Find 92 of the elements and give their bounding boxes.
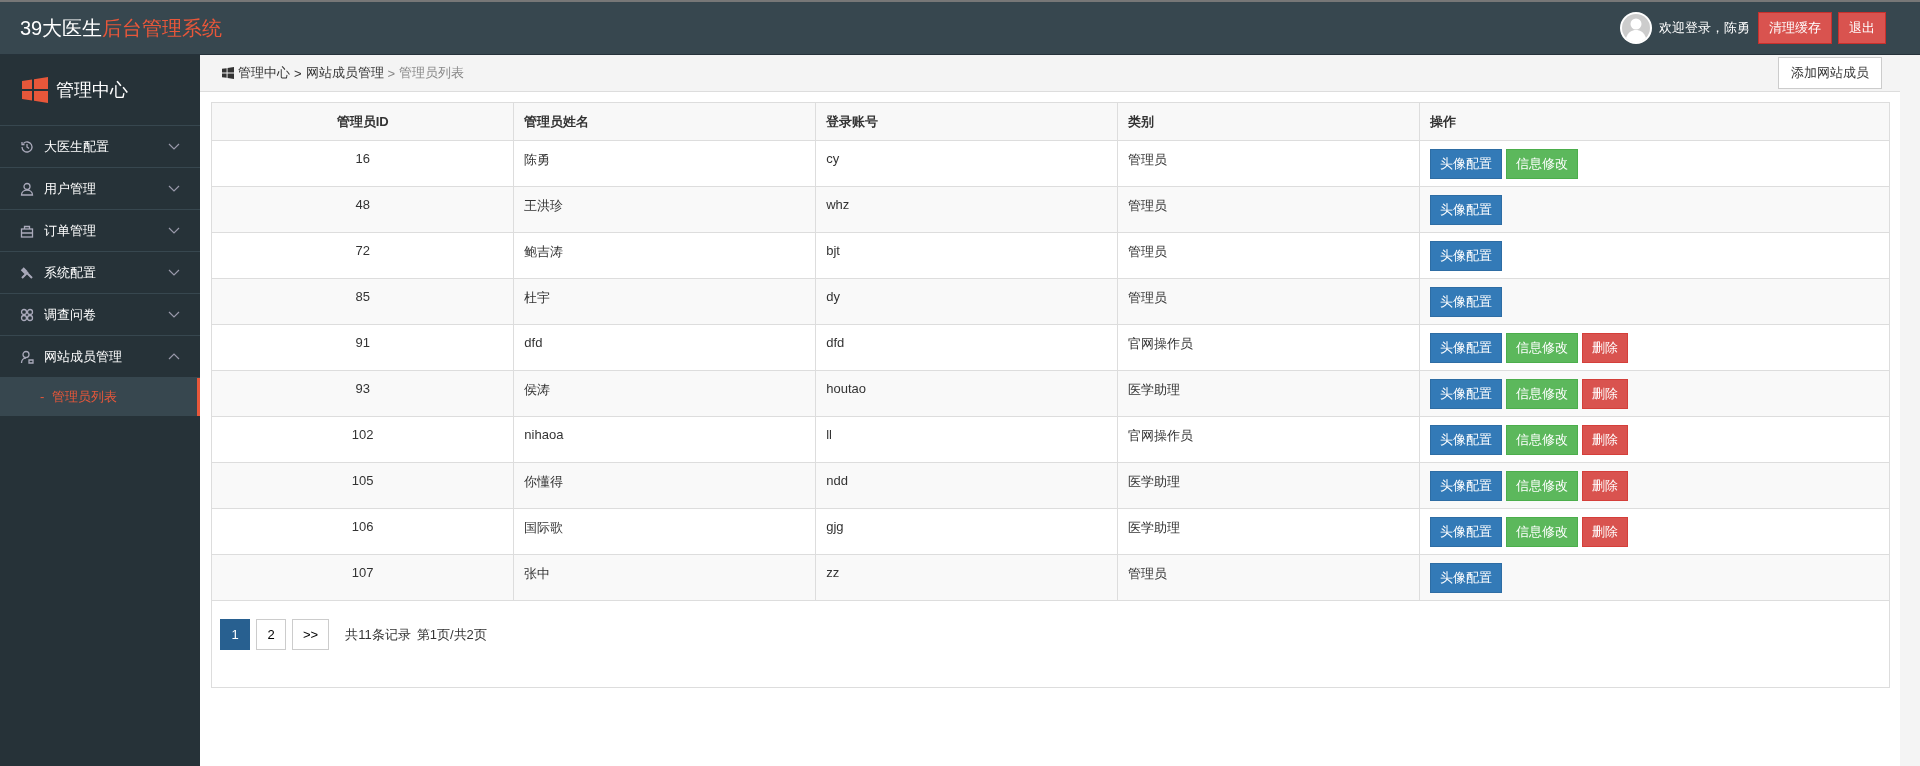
table-cell: 107 [212, 554, 514, 601]
table-cell: 侯涛 [513, 370, 816, 417]
table-cell: 官网操作员 [1117, 416, 1420, 463]
table-cell: 杜宇 [513, 278, 816, 325]
avatar-config-button[interactable]: 头像配置 [1429, 563, 1502, 593]
table-cell: ndd [815, 462, 1118, 509]
user-icon [20, 349, 34, 364]
table-cell: gjg [815, 508, 1118, 555]
add-member-button[interactable]: 添加网站成员 [1778, 57, 1882, 89]
table-cell: 16 [212, 140, 514, 187]
avatar-config-button[interactable]: 头像配置 [1429, 425, 1502, 455]
avatar-config-button[interactable]: 头像配置 [1429, 471, 1502, 501]
table-cell: 医学助理 [1117, 508, 1420, 555]
windows-logo-icon [222, 67, 234, 79]
brand-title: 39大医生后台管理系统 [20, 15, 223, 41]
edit-info-button[interactable]: 信息修改 [1505, 517, 1578, 547]
table-cell: bjt [815, 232, 1118, 279]
user-icon [20, 181, 34, 196]
breadcrumb-separator: > [387, 65, 396, 81]
table-cell: 102 [212, 416, 514, 463]
page-button[interactable]: 1 [220, 619, 250, 650]
edit-info-button[interactable]: 信息修改 [1505, 149, 1578, 179]
table-cell: 管理员 [1117, 278, 1420, 325]
record-count: 共11条记录 [345, 625, 411, 644]
table-cell: dfd [513, 324, 816, 371]
avatar-config-button[interactable]: 头像配置 [1429, 149, 1502, 179]
logout-button[interactable]: 退出 [1838, 12, 1886, 44]
table-cell: nihaoa [513, 416, 816, 463]
table-cell: 48 [212, 186, 514, 233]
column-header: 操作 [1419, 103, 1889, 141]
tools-icon [20, 265, 34, 280]
avatar-config-button[interactable]: 头像配置 [1429, 517, 1502, 547]
table-cell: 鲍吉涛 [513, 232, 816, 279]
table-cell: cy [815, 140, 1118, 187]
table-cell: 106 [212, 508, 514, 555]
table-cell: 管理员 [1117, 186, 1420, 233]
table-cell: 王洪珍 [513, 186, 816, 233]
column-header: 登录账号 [815, 103, 1118, 141]
column-header: 管理员姓名 [513, 103, 816, 141]
delete-button[interactable]: 删除 [1581, 471, 1628, 501]
table-cell: 91 [212, 324, 514, 371]
breadcrumb-separator: > [294, 65, 302, 81]
table-cell: 管理员 [1117, 232, 1420, 279]
avatar-config-button[interactable]: 头像配置 [1429, 379, 1502, 409]
delete-button[interactable]: 删除 [1581, 517, 1628, 547]
grid-icon [20, 307, 34, 322]
breadcrumb-link[interactable]: 管理中心 [238, 64, 290, 82]
table-cell: zz [815, 554, 1118, 601]
welcome-text: 欢迎登录，陈勇 [1659, 19, 1750, 37]
edit-info-button[interactable]: 信息修改 [1505, 425, 1578, 455]
table-cell: 85 [212, 278, 514, 325]
table-cell: 72 [212, 232, 514, 279]
table-cell: dfd [815, 324, 1118, 371]
delete-button[interactable]: 删除 [1581, 379, 1628, 409]
table-cell: 管理员 [1117, 140, 1420, 187]
edit-info-button[interactable]: 信息修改 [1505, 333, 1578, 363]
column-header: 管理员ID [212, 103, 514, 141]
edit-info-button[interactable]: 信息修改 [1505, 471, 1578, 501]
table-cell: 官网操作员 [1117, 324, 1420, 371]
table-cell: houtao [815, 370, 1118, 417]
table-cell: 管理员 [1117, 554, 1420, 601]
clear-cache-button[interactable]: 清理缓存 [1758, 12, 1832, 44]
delete-button[interactable]: 删除 [1581, 333, 1628, 363]
windows-logo-icon [22, 77, 48, 103]
avatar-config-button[interactable]: 头像配置 [1429, 287, 1502, 317]
avatar-config-button[interactable]: 头像配置 [1429, 241, 1502, 271]
table-cell: ll [815, 416, 1118, 463]
avatar-config-button[interactable]: 头像配置 [1429, 333, 1502, 363]
table-cell: 陈勇 [513, 140, 816, 187]
table-cell: 93 [212, 370, 514, 417]
page-button[interactable]: 2 [256, 619, 286, 650]
edit-info-button[interactable]: 信息修改 [1505, 379, 1578, 409]
table-cell: dy [815, 278, 1118, 325]
history-icon [20, 139, 34, 154]
breadcrumb-link[interactable]: 网站成员管理 [305, 64, 384, 82]
sidebar-subitem[interactable]: - 管理员列表 [0, 378, 200, 416]
table-cell: 105 [212, 462, 514, 509]
table-cell: 医学助理 [1117, 462, 1420, 509]
scrollbar-track[interactable] [1900, 55, 1920, 766]
page-button[interactable]: >> [292, 619, 330, 650]
table-cell: 医学助理 [1117, 370, 1420, 417]
delete-button[interactable]: 删除 [1581, 425, 1628, 455]
table-cell: whz [815, 186, 1118, 233]
table-cell: 你懂得 [513, 462, 816, 509]
avatar-config-button[interactable]: 头像配置 [1429, 195, 1502, 225]
bag-icon [20, 223, 34, 238]
sidebar-title: 管理中心 [56, 79, 128, 102]
avatar-icon [1619, 11, 1653, 45]
page-info: 第1页/共2页 [416, 625, 487, 644]
column-header: 类别 [1117, 103, 1420, 141]
table-cell: 张中 [513, 554, 816, 601]
table-cell: 国际歌 [513, 508, 816, 555]
